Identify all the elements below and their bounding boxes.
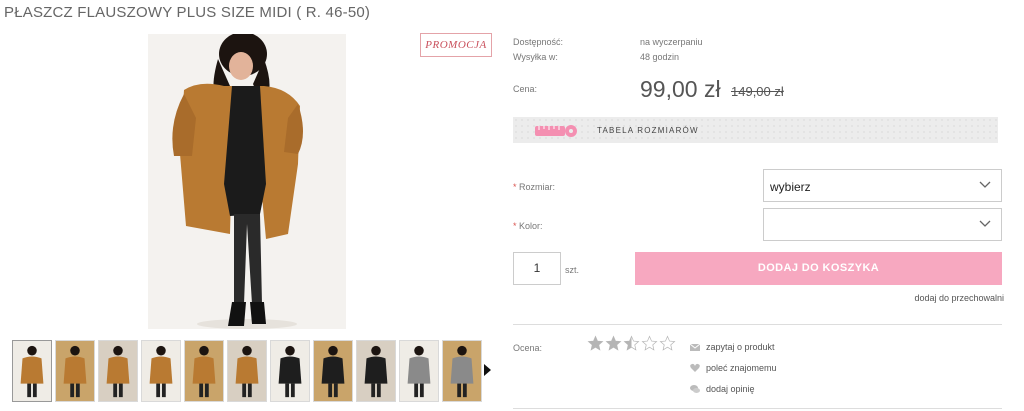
gallery-thumbnail[interactable] <box>55 340 95 402</box>
required-mark: * <box>513 221 517 231</box>
star-filled-icon[interactable] <box>587 335 604 352</box>
gallery-thumbnail[interactable] <box>442 340 482 402</box>
color-label-text: Kolor: <box>519 221 543 231</box>
size-table-label: TABELA ROZMIARÓW <box>597 126 699 135</box>
shipping-label: Wysyłka w: <box>513 52 558 62</box>
star-empty-icon[interactable] <box>641 335 658 352</box>
promo-badge: PROMOCJA <box>420 33 492 57</box>
add-to-wishlist-link[interactable]: dodaj do przechowalni <box>914 293 1004 303</box>
gallery-thumbnail[interactable] <box>184 340 224 402</box>
gallery-thumbnail[interactable] <box>141 340 181 402</box>
size-label-text: Rozmiar: <box>519 182 556 192</box>
size-field-label: * Rozmiar: <box>513 182 555 192</box>
current-price: 99,00 zł <box>640 76 721 102</box>
availability-value: na wyczerpaniu <box>640 37 703 47</box>
star-filled-icon[interactable] <box>605 335 622 352</box>
star-half-icon[interactable] <box>623 335 640 352</box>
gallery-thumbnail[interactable] <box>313 340 353 402</box>
comment-icon <box>690 385 700 393</box>
gallery-thumbnail[interactable] <box>399 340 439 402</box>
quantity-unit: szt. <box>565 265 580 275</box>
chevron-down-icon <box>979 220 991 227</box>
add-review-link[interactable]: dodaj opinię <box>690 384 755 394</box>
gallery-thumbnail[interactable] <box>356 340 396 402</box>
thumbnail-next-arrow-icon[interactable] <box>484 364 491 376</box>
divider <box>513 408 1002 409</box>
rating-stars[interactable] <box>587 335 676 352</box>
gallery-thumbnail[interactable] <box>227 340 267 402</box>
star-empty-icon[interactable] <box>659 335 676 352</box>
add-to-cart-button[interactable]: DODAJ DO KOSZYKA <box>635 252 1002 285</box>
recommend-label: poleć znajomemu <box>706 363 777 373</box>
divider <box>513 324 1002 325</box>
thumbnail-strip <box>12 340 482 402</box>
main-product-photo[interactable] <box>148 34 346 329</box>
availability-label: Dostępność: <box>513 37 564 47</box>
gallery-thumbnail[interactable] <box>12 340 52 402</box>
old-price: 149,00 zł <box>731 84 784 99</box>
gallery-thumbnail[interactable] <box>98 340 138 402</box>
color-field-label: * Kolor: <box>513 221 543 231</box>
shipping-value: 48 godzin <box>640 52 680 62</box>
size-select[interactable]: wybierz <box>763 169 1002 202</box>
product-title: PŁASZCZ FLAUSZOWY PLUS SIZE MIDI ( R. 46… <box>4 4 371 21</box>
rating-label: Ocena: <box>513 343 543 353</box>
add-review-label: dodaj opinię <box>706 384 755 394</box>
price-label: Cena: <box>513 84 538 94</box>
recommend-to-friend-link[interactable]: poleć znajomemu <box>690 363 777 373</box>
chevron-down-icon <box>979 181 991 188</box>
heart-icon <box>690 363 700 372</box>
ask-about-product-link[interactable]: zapytaj o produkt <box>690 342 775 352</box>
quantity-input[interactable]: 1 <box>513 252 561 285</box>
color-select[interactable] <box>763 208 1002 241</box>
size-select-value: wybierz <box>770 180 811 194</box>
ask-about-product-label: zapytaj o produkt <box>706 342 775 352</box>
gallery-thumbnail[interactable] <box>270 340 310 402</box>
size-table-button[interactable]: TABELA ROZMIARÓW <box>513 117 998 143</box>
measuring-tape-icon <box>535 125 577 137</box>
required-mark: * <box>513 182 517 192</box>
envelope-icon <box>690 343 700 351</box>
